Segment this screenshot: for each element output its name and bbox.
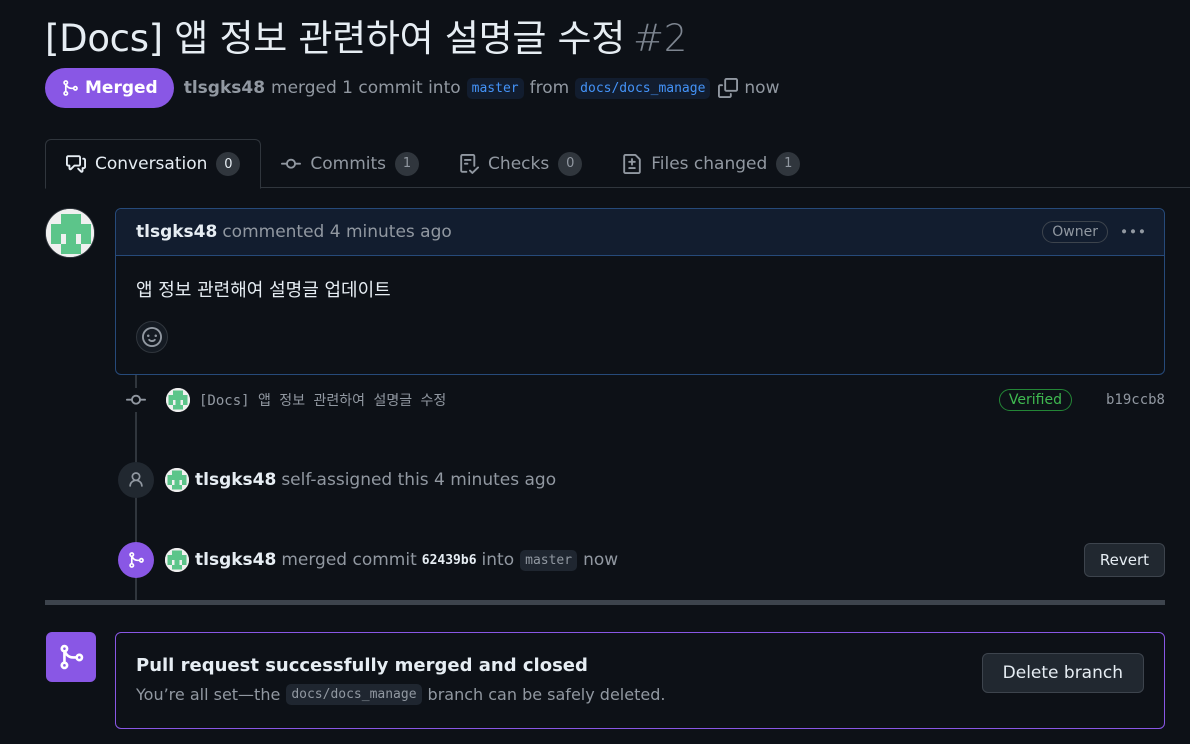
assign-text: self-assigned this 4 minutes ago	[281, 470, 557, 490]
timeline-commit: [Docs] 앱 정보 관련하여 설명글 수정 Verified b19ccb8	[124, 385, 1165, 415]
commit-sha-link[interactable]: b19ccb8	[1106, 392, 1165, 408]
git-commit-icon	[126, 394, 146, 405]
tab-counter: 1	[395, 151, 420, 176]
identicon-avatar	[46, 209, 94, 257]
identicon-avatar	[165, 468, 189, 492]
pr-meta: Merged tlsgks48 merged 1 commit into mas…	[45, 68, 780, 108]
commit-author-avatar[interactable]	[166, 388, 190, 412]
commit-node	[124, 388, 148, 412]
file-diff-icon	[623, 153, 641, 174]
pr-title-text: [Docs] 앱 정보 관련하여 설명글 수정	[45, 17, 626, 60]
pr-number: #2	[633, 17, 687, 60]
add-reaction-button[interactable]	[136, 321, 168, 353]
comment-body: 앱 정보 관련해여 설명글 업데이트	[136, 280, 391, 301]
checklist-icon	[460, 153, 480, 174]
merged-branch-tag[interactable]: docs/docs_manage	[286, 684, 422, 705]
git-commit-icon	[281, 158, 302, 169]
git-merge-icon	[63, 80, 78, 96]
merged-text: merged 1 commit into	[271, 78, 461, 98]
identicon-avatar	[165, 548, 189, 572]
author-avatar[interactable]	[45, 208, 95, 258]
commit-message-link[interactable]: [Docs] 앱 정보 관련하여 설명글 수정	[199, 390, 446, 410]
delete-branch-button[interactable]: Delete branch	[981, 653, 1144, 693]
merge-sub-before: You’re all set—the	[136, 685, 281, 704]
copy-icon[interactable]	[718, 78, 739, 98]
tab-counter: 1	[776, 151, 801, 176]
pr-description-comment: tlsgks48 commented 4 minutes ago Owner 앱…	[115, 208, 1165, 375]
merge-author-link[interactable]: tlsgks48	[195, 550, 276, 570]
tab-commits[interactable]: Commits 1	[261, 139, 439, 188]
tab-counter: 0	[216, 152, 241, 176]
merge-sub-after: branch can be safely deleted.	[427, 685, 666, 704]
merge-event-badge	[118, 542, 154, 578]
merge-summary: tlsgks48 merged 1 commit into master fro…	[184, 77, 780, 99]
pr-title: [Docs] 앱 정보 관련하여 설명글 수정 #2	[45, 8, 687, 62]
pr-author-link[interactable]: tlsgks48	[184, 78, 265, 98]
revert-button[interactable]: Revert	[1083, 543, 1165, 577]
tab-label: Conversation	[95, 154, 208, 174]
merge-author-avatar[interactable]	[165, 548, 189, 572]
merged-state-badge: Merged	[45, 68, 174, 108]
merge-event-time: now	[583, 550, 619, 570]
timeline-merge-event: tlsgks48 merged commit 62439b6 into mast…	[118, 542, 1165, 578]
git-merge-icon	[60, 644, 84, 670]
merge-into-text: into	[481, 550, 515, 570]
head-branch-tag[interactable]: docs/docs_manage	[575, 77, 711, 99]
person-icon	[129, 472, 143, 487]
timeline-divider	[45, 600, 1165, 605]
assign-author-link[interactable]: tlsgks48	[195, 470, 276, 490]
merge-status-icon-box	[46, 632, 96, 682]
merge-base-branch-tag[interactable]: master	[520, 549, 578, 571]
tab-label: Files changed	[651, 153, 768, 174]
from-text: from	[529, 78, 570, 98]
kebab-horizontal-icon[interactable]	[1122, 221, 1144, 243]
tab-label: Checks	[488, 153, 550, 174]
comment-meta[interactable]: commented 4 minutes ago	[222, 222, 451, 242]
merge-text: merged commit	[281, 550, 417, 570]
assign-author-avatar[interactable]	[165, 468, 189, 492]
identicon-avatar	[166, 388, 190, 412]
assign-event-badge	[118, 462, 154, 498]
comment-discussion-icon	[66, 155, 86, 173]
tab-label: Commits	[310, 153, 387, 174]
timeline-assign-event: tlsgks48 self-assigned this 4 minutes ag…	[118, 462, 1165, 498]
comment-author-link[interactable]: tlsgks48	[136, 222, 217, 242]
base-branch-tag[interactable]: master	[466, 77, 524, 99]
tab-counter: 0	[558, 151, 583, 176]
owner-badge: Owner	[1042, 221, 1108, 243]
merge-time: now	[744, 78, 780, 98]
tab-files-changed[interactable]: Files changed 1	[602, 139, 820, 188]
tab-checks[interactable]: Checks 0	[439, 139, 602, 188]
state-label: Merged	[85, 78, 158, 98]
pr-tabs: Conversation 0 Commits 1 Checks 0 Files …	[45, 139, 1190, 189]
smiley-icon	[142, 327, 162, 347]
merge-commit-sha-link[interactable]: 62439b6	[422, 553, 477, 568]
tab-conversation[interactable]: Conversation 0	[45, 139, 262, 189]
verified-badge[interactable]: Verified	[998, 389, 1072, 411]
merge-status-box: Pull request successfully merged and clo…	[115, 632, 1165, 729]
git-merge-icon	[129, 552, 144, 568]
comment-header: tlsgks48 commented 4 minutes ago Owner	[116, 209, 1164, 256]
